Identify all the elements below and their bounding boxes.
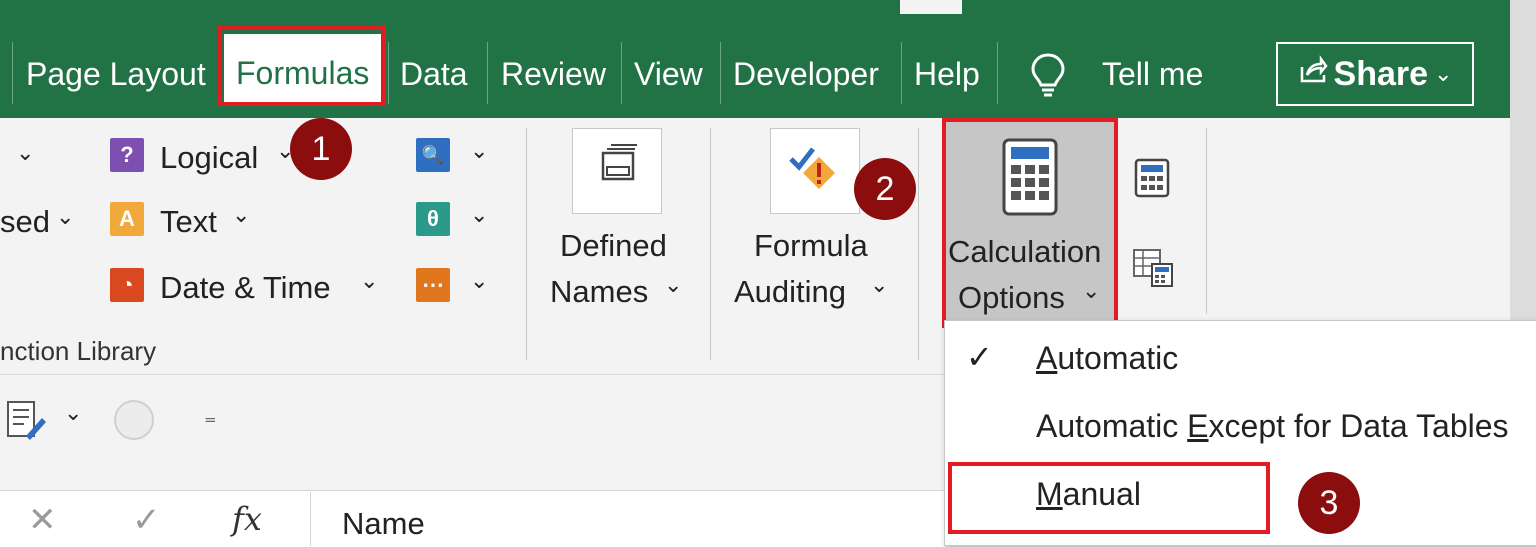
logical-function-icon: ? (110, 138, 144, 172)
formula-bar-divider (310, 492, 311, 546)
menu-item-automatic[interactable]: Automatic (1036, 340, 1178, 377)
accelerator-key: A (1036, 340, 1058, 376)
tell-me-search[interactable]: Tell me (1102, 46, 1203, 102)
share-label: Share (1333, 54, 1429, 93)
title-bar-control (900, 0, 962, 14)
math-trig-icon[interactable]: θ (416, 202, 450, 236)
chevron-down-icon[interactable]: ⌄ (56, 204, 74, 230)
date-time-function-icon: ◔ (110, 268, 144, 302)
tab-view[interactable]: View (634, 46, 703, 102)
tab-separator (720, 42, 721, 104)
checkmark-icon: ✓ (966, 339, 993, 375)
group-separator (1206, 128, 1207, 314)
logical-button-label[interactable]: Logical (160, 140, 258, 176)
group-separator (710, 128, 711, 360)
enter-check-icon[interactable]: ✓ (132, 500, 161, 540)
defined-names-icon[interactable] (572, 128, 662, 214)
date-time-button-label[interactable]: Date & Time (160, 270, 331, 306)
step-badge-2: 2 (854, 158, 916, 220)
chevron-down-icon[interactable]: ⌄ (360, 268, 378, 294)
cancel-icon[interactable]: ✕ (28, 500, 57, 540)
calculate-sheet-icon[interactable] (1132, 246, 1176, 288)
tab-separator (997, 42, 998, 104)
tab-review[interactable]: Review (501, 46, 606, 102)
highlight-manual-option (948, 462, 1270, 534)
insert-function-icon[interactable]: fx (232, 500, 262, 538)
tab-separator (621, 42, 622, 104)
circle-button-icon[interactable] (114, 400, 154, 440)
tab-separator (901, 42, 902, 104)
customize-toolbar-icon[interactable]: ₌ (204, 402, 217, 431)
tab-developer[interactable]: Developer (733, 46, 879, 102)
chevron-down-icon[interactable]: ⌄ (16, 140, 34, 166)
formula-input-value[interactable]: Name (342, 506, 425, 542)
text-function-icon: A (110, 202, 144, 236)
chevron-down-icon[interactable]: ⌄ (470, 268, 488, 294)
chevron-down-icon[interactable]: ⌄ (232, 202, 250, 228)
defined-names-line2[interactable]: Names (550, 274, 648, 310)
menu-item-automatic-except-tables[interactable]: Automatic Except for Data Tables (1036, 408, 1509, 445)
recently-used-partial-label[interactable]: sed (0, 204, 50, 240)
highlight-formulas-tab (218, 26, 386, 106)
tab-page-layout[interactable]: Page Layout (26, 46, 206, 102)
accelerator-key: E (1187, 408, 1209, 444)
share-icon (1298, 54, 1328, 94)
step-badge-1: 1 (290, 118, 352, 180)
tab-separator (12, 42, 13, 104)
tab-separator (388, 42, 389, 104)
lookup-reference-icon[interactable]: 🔍 (416, 138, 450, 172)
chevron-down-icon[interactable]: ⌄ (470, 138, 488, 164)
tab-help[interactable]: Help (914, 46, 980, 102)
calculate-now-icon[interactable] (1134, 158, 1170, 198)
defined-names-line1[interactable]: Defined (560, 228, 667, 264)
form-edit-icon[interactable] (4, 398, 48, 442)
lightbulb-icon[interactable] (1028, 52, 1068, 98)
chevron-down-icon: ⌄ (1434, 61, 1453, 86)
chevron-down-icon[interactable]: ⌄ (470, 202, 488, 228)
formula-auditing-icon[interactable] (770, 128, 860, 214)
chevron-down-icon[interactable]: ⌄ (664, 272, 682, 298)
chevron-down-icon[interactable]: ⌄ (870, 272, 888, 298)
function-library-group-label: nction Library (0, 336, 157, 366)
formula-auditing-line1[interactable]: Formula (754, 228, 868, 264)
step-badge-3: 3 (1298, 472, 1360, 534)
highlight-calculation-options (942, 118, 1118, 328)
share-button[interactable]: Share ⌄ (1276, 42, 1474, 106)
group-separator (526, 128, 527, 360)
text-button-label[interactable]: Text (160, 204, 217, 240)
chevron-down-icon[interactable]: ⌄ (64, 400, 82, 426)
more-functions-icon[interactable]: ⋯ (416, 268, 450, 302)
tab-data[interactable]: Data (400, 46, 468, 102)
group-separator (918, 128, 919, 360)
tab-separator (487, 42, 488, 104)
formula-auditing-line2[interactable]: Auditing (734, 274, 846, 310)
